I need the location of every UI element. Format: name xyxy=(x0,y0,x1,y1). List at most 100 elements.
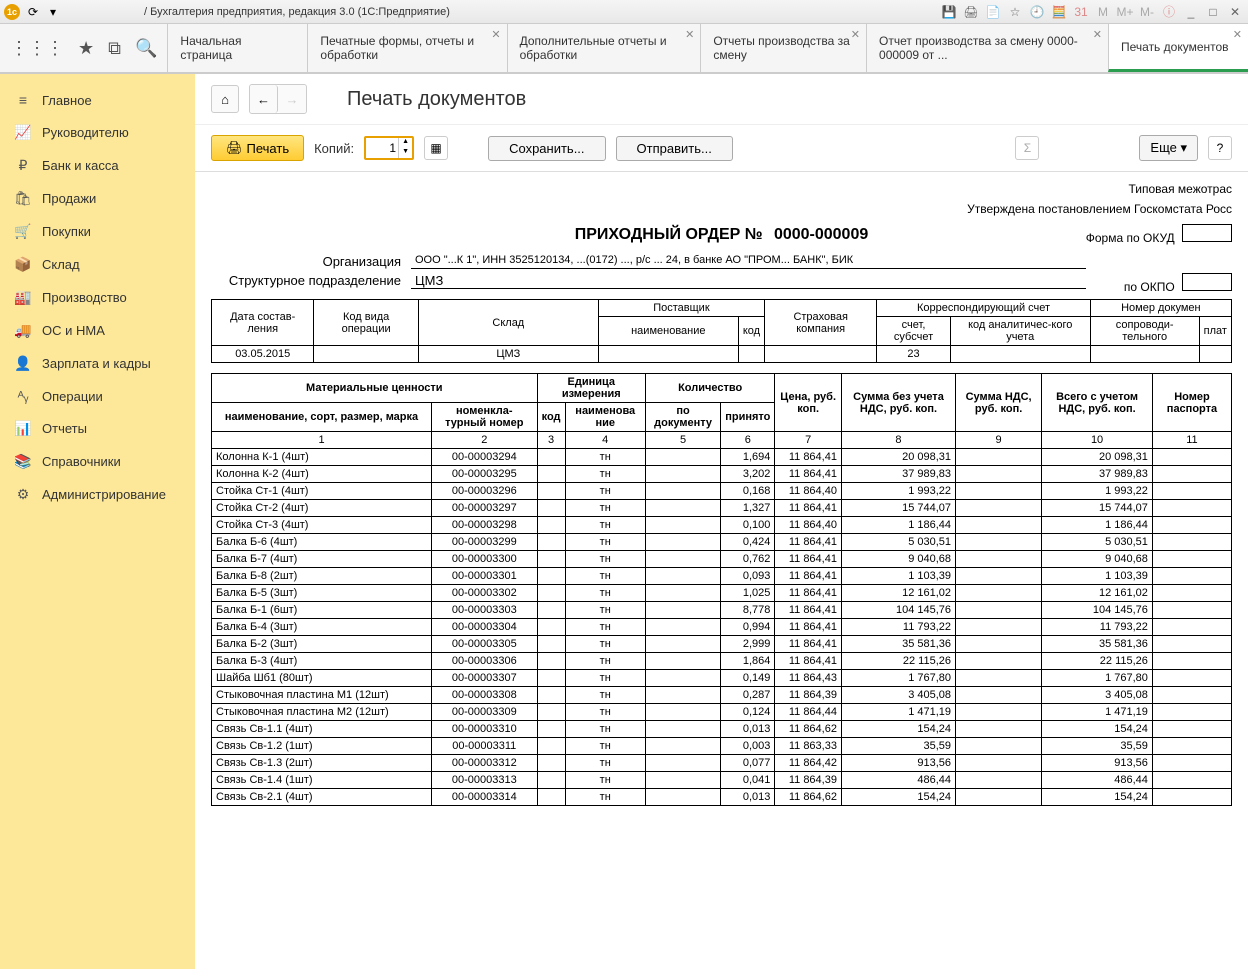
org-label: Организация xyxy=(211,254,411,269)
doc-title-prefix: ПРИХОДНЫЙ ОРДЕР № xyxy=(575,226,763,243)
print-icon[interactable]: 🖨 xyxy=(962,3,980,21)
forward-button[interactable]: → xyxy=(278,85,306,113)
table-row[interactable]: Колонна К-2 (4шт)00-00003295тн3,20211 86… xyxy=(212,466,1232,483)
sidebar-icon: 📈 xyxy=(14,124,32,141)
sidebar-item-12[interactable]: ⚙Администрирование xyxy=(0,478,195,511)
table-row[interactable]: Балка Б-2 (3шт)00-00003305тн2,99911 864,… xyxy=(212,636,1232,653)
save-icon[interactable]: 💾 xyxy=(940,3,958,21)
form-codes: Форма по ОКУД по ОКПО xyxy=(1086,224,1232,294)
table-row[interactable]: Колонна К-1 (4шт)00-00003294тн1,69411 86… xyxy=(212,449,1232,466)
info-icon[interactable]: ⓘ xyxy=(1160,3,1178,21)
table-row[interactable]: Балка Б-5 (3шт)00-00003302тн1,02511 864,… xyxy=(212,585,1232,602)
sidebar-icon: 📦 xyxy=(14,256,32,273)
tab-0[interactable]: Начальная страница xyxy=(167,24,307,72)
sidebar-label: Продажи xyxy=(42,191,96,206)
print-button[interactable]: 🖨 Печать xyxy=(211,135,304,161)
help-button[interactable]: ? xyxy=(1208,136,1232,160)
doc-icon[interactable]: 📄 xyxy=(984,3,1002,21)
sidebar-item-4[interactable]: 🛒Покупки xyxy=(0,215,195,248)
favorite-icon[interactable]: ★ xyxy=(78,38,94,59)
back-button[interactable]: ← xyxy=(250,85,278,113)
star-icon[interactable]: ☆ xyxy=(1006,3,1024,21)
sidebar-item-2[interactable]: ₽Банк и касса xyxy=(0,149,195,182)
action-toolbar: 🖨 Печать Копий: ▲▼ ▦ Сохранить... Отправ… xyxy=(195,125,1248,172)
sidebar-label: Покупки xyxy=(42,224,91,239)
table-row[interactable]: Балка Б-3 (4шт)00-00003306тн1,86411 864,… xyxy=(212,653,1232,670)
table-row[interactable]: Балка Б-6 (4шт)00-00003299тн0,42411 864,… xyxy=(212,534,1232,551)
sidebar-item-11[interactable]: 📚Справочники xyxy=(0,445,195,478)
titlebar: 1c ⟳ ▾ / Бухгалтерия предприятия, редакц… xyxy=(0,0,1248,24)
tab-4[interactable]: Отчет производства за смену 0000-000009 … xyxy=(866,24,1108,72)
search-icon[interactable]: 🔍 xyxy=(135,38,157,59)
sidebar-label: Администрирование xyxy=(42,487,166,502)
table-row[interactable]: Связь Св-1.4 (1шт)00-00003313тн0,04111 8… xyxy=(212,772,1232,789)
table-row[interactable]: Стойка Ст-2 (4шт)00-00003297тн1,32711 86… xyxy=(212,500,1232,517)
tab-2[interactable]: Дополнительные отчеты и обработки✕ xyxy=(507,24,701,72)
sidebar-icon: ᴬᵧ xyxy=(14,388,32,404)
spin-down[interactable]: ▼ xyxy=(398,148,412,158)
close-icon[interactable]: ✕ xyxy=(1226,3,1244,21)
apps-icon[interactable]: ⋮⋮⋮ xyxy=(10,38,64,59)
table-row[interactable]: Балка Б-4 (3шт)00-00003304тн0,99411 864,… xyxy=(212,619,1232,636)
tab-close-icon[interactable]: ✕ xyxy=(1233,28,1242,41)
table-row[interactable]: Стойка Ст-3 (4шт)00-00003298тн0,10011 86… xyxy=(212,517,1232,534)
sidebar-icon: 📚 xyxy=(14,453,32,470)
grid-icon[interactable]: ▦ xyxy=(424,136,448,160)
sidebar-item-7[interactable]: 🚚ОС и НМА xyxy=(0,314,195,347)
tab-close-icon[interactable]: ✕ xyxy=(685,28,694,41)
copy-icon[interactable]: ⧉ xyxy=(108,38,121,59)
send-button[interactable]: Отправить... xyxy=(616,136,733,161)
table-row[interactable]: Шайба Шб1 (80шт)00-00003307тн0,14911 864… xyxy=(212,670,1232,687)
sidebar-item-5[interactable]: 📦Склад xyxy=(0,248,195,281)
m-icon[interactable]: M xyxy=(1094,3,1112,21)
table-row[interactable]: Связь Св-1.1 (4шт)00-00003310тн0,01311 8… xyxy=(212,721,1232,738)
calc-icon[interactable]: 🧮 xyxy=(1050,3,1068,21)
sidebar-item-10[interactable]: 📊Отчеты xyxy=(0,412,195,445)
table-row[interactable]: Стыковочная пластина М1 (12шт)00-0000330… xyxy=(212,687,1232,704)
refresh-icon[interactable]: ⟳ xyxy=(24,3,42,21)
mminus-icon[interactable]: M- xyxy=(1138,3,1156,21)
table-row[interactable]: Балка Б-1 (6шт)00-00003303тн8,77811 864,… xyxy=(212,602,1232,619)
tab-5[interactable]: Печать документов✕ xyxy=(1108,24,1248,72)
sidebar-item-8[interactable]: 👤Зарплата и кадры xyxy=(0,347,195,380)
cal-icon[interactable]: 31 xyxy=(1072,3,1090,21)
spin-up[interactable]: ▲ xyxy=(398,138,412,148)
maximize-icon[interactable]: □ xyxy=(1204,3,1222,21)
minimize-icon[interactable]: _ xyxy=(1182,3,1200,21)
sidebar-item-0[interactable]: ≡Главное xyxy=(0,84,195,116)
titlebar-right: 💾 🖨 📄 ☆ 🕘 🧮 31 M M+ M- ⓘ _ □ ✕ xyxy=(940,3,1244,21)
table-row[interactable]: Стойка Ст-1 (4шт)00-00003296тн0,16811 86… xyxy=(212,483,1232,500)
sidebar-label: Отчеты xyxy=(42,421,87,436)
sum-icon[interactable]: Σ xyxy=(1015,136,1039,160)
table-row[interactable]: Связь Св-2.1 (4шт)00-00003314тн0,01311 8… xyxy=(212,789,1232,806)
dept-label: Структурное подразделение xyxy=(211,273,411,289)
sidebar-item-6[interactable]: 🏭Производство xyxy=(0,281,195,314)
sidebar-item-9[interactable]: ᴬᵧОперации xyxy=(0,380,195,412)
sidebar-icon: 🏭 xyxy=(14,289,32,306)
table-row[interactable]: Балка Б-7 (4шт)00-00003300тн0,76211 864,… xyxy=(212,551,1232,568)
sidebar-label: Зарплата и кадры xyxy=(42,356,151,371)
table-row[interactable]: Связь Св-1.2 (1шт)00-00003311тн0,00311 8… xyxy=(212,738,1232,755)
clock-icon[interactable]: 🕘 xyxy=(1028,3,1046,21)
copies-spinner[interactable]: ▲▼ xyxy=(364,136,414,160)
copies-input[interactable] xyxy=(366,138,398,158)
tab-1[interactable]: Печатные формы, отчеты и обработки✕ xyxy=(307,24,506,72)
sidebar-item-1[interactable]: 📈Руководителю xyxy=(0,116,195,149)
more-button[interactable]: Еще ▾ xyxy=(1139,135,1198,161)
save-button[interactable]: Сохранить... xyxy=(488,136,605,161)
tab-close-icon[interactable]: ✕ xyxy=(491,28,500,41)
form-meta1: Типовая межотрас xyxy=(211,182,1232,196)
tab-close-icon[interactable]: ✕ xyxy=(851,28,860,41)
sidebar-label: ОС и НМА xyxy=(42,323,105,338)
table-row[interactable]: Балка Б-8 (2шт)00-00003301тн0,09311 864,… xyxy=(212,568,1232,585)
sidebar-item-3[interactable]: 🛍Продажи xyxy=(0,182,195,215)
dropdown-icon[interactable]: ▾ xyxy=(44,3,62,21)
mplus-icon[interactable]: M+ xyxy=(1116,3,1134,21)
document-area[interactable]: Типовая межотрас Утверждена постановлени… xyxy=(195,172,1248,969)
tab-close-icon[interactable]: ✕ xyxy=(1093,28,1102,41)
table-row[interactable]: Связь Св-1.3 (2шт)00-00003312тн0,07711 8… xyxy=(212,755,1232,772)
home-button[interactable]: ⌂ xyxy=(211,85,239,113)
table-row[interactable]: Стыковочная пластина М2 (12шт)00-0000330… xyxy=(212,704,1232,721)
doc-number: 0000-000009 xyxy=(774,226,868,243)
tab-3[interactable]: Отчеты производства за смену✕ xyxy=(700,24,866,72)
